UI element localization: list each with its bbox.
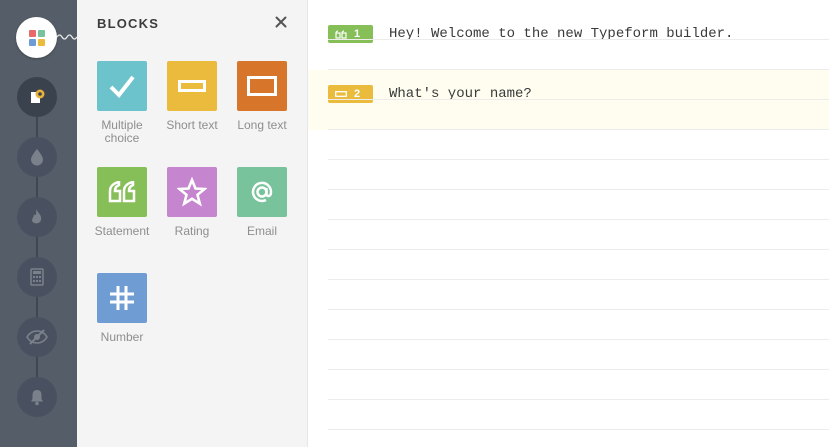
logo-icon [29,30,45,46]
row-divider [328,129,829,130]
bell-icon [31,390,43,406]
block-email[interactable]: Email [227,167,297,238]
block-long-text[interactable]: Long text [227,61,297,132]
design-button[interactable] [17,137,57,177]
panel-title: BLOCKS [97,16,160,31]
block-statement[interactable]: Statement [87,167,157,238]
blocks-panel: BLOCKS Multiple choice Short text Long t… [77,0,308,447]
close-icon [275,16,287,28]
block-rating[interactable]: Rating [157,167,227,238]
block-tile [237,61,287,111]
left-rail [0,0,77,447]
question-row[interactable]: 1 Hey! Welcome to the new Typeform build… [308,19,829,49]
block-tile [97,273,147,323]
block-short-text[interactable]: Short text [157,61,227,132]
short-text-icon [328,85,354,103]
block-label: Short text [166,118,218,132]
block-label: Long text [237,118,287,132]
block-tile [97,61,147,111]
flame-icon [32,209,42,224]
block-label: Statement [94,224,150,238]
quote-icon [108,181,136,203]
block-tile [167,167,217,217]
calculator-button[interactable] [17,257,57,297]
question-row[interactable]: 2 What's your name? [308,70,829,130]
block-tile [237,167,287,217]
star-icon [177,177,207,207]
logic-button[interactable] [17,197,57,237]
block-number[interactable]: Number [87,273,157,344]
block-tile [167,61,217,111]
long-text-icon [247,76,277,96]
checkmark-icon [109,75,135,99]
row-divider [328,189,829,190]
form-builder-canvas: 1 Hey! Welcome to the new Typeform build… [308,0,829,447]
row-divider [328,159,829,160]
block-tile [97,167,147,217]
block-label: Multiple choice [101,118,143,145]
settings-icon [31,89,45,103]
question-badge: 1 [328,25,373,43]
logo[interactable] [16,17,57,58]
row-divider [328,369,829,370]
short-text-icon [178,80,206,92]
row-divider [328,399,829,400]
block-label: Rating [174,224,210,238]
row-divider [328,309,829,310]
block-multiple-choice[interactable]: Multiple choice [87,61,157,145]
row-divider [328,69,829,70]
visibility-button[interactable] [17,317,57,357]
block-label: Email [246,224,277,238]
squiggle-icon [57,34,77,40]
notifications-button[interactable] [17,377,57,417]
row-divider [328,249,829,250]
question-badge: 2 [328,85,373,103]
row-divider [328,39,829,40]
at-sign-icon [251,181,273,203]
block-label: Number [100,330,144,344]
settings-button[interactable] [17,77,57,117]
row-divider [328,339,829,340]
hash-icon [110,286,134,310]
calculator-icon [30,268,44,286]
row-divider [328,429,829,430]
drop-icon [31,149,43,166]
row-divider [328,99,829,100]
row-divider [328,219,829,220]
row-divider [328,279,829,280]
close-panel-button[interactable] [273,14,289,30]
eye-icon [26,329,48,345]
quote-icon [328,25,354,43]
